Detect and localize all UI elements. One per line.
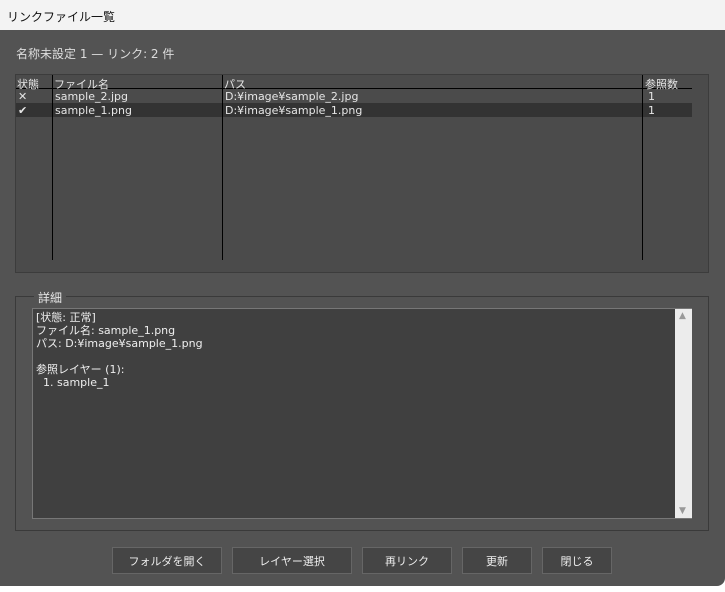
ref-count: 1 <box>648 104 655 117</box>
ref-count: 1 <box>648 90 655 103</box>
table-header: 状態 ファイル名 パス 参照数 <box>16 75 692 91</box>
window-title: リンクファイル一覧 <box>0 0 725 30</box>
column-divider[interactable] <box>642 75 643 260</box>
relink-button[interactable]: 再リンク <box>362 547 452 574</box>
scroll-down-icon[interactable]: ▼ <box>679 506 686 516</box>
select-layer-button[interactable]: レイヤー選択 <box>232 547 352 574</box>
file-path: D:¥image¥sample_2.jpg <box>225 90 359 103</box>
file-path: D:¥image¥sample_1.png <box>225 104 363 117</box>
details-textarea[interactable]: [状態: 正常] ファイル名: sample_1.png パス: D:¥imag… <box>32 308 692 519</box>
details-scrollbar[interactable]: ▲ ▼ <box>675 309 692 518</box>
table-row[interactable]: ✔ sample_1.png D:¥image¥sample_1.png 1 <box>16 103 692 117</box>
column-divider[interactable] <box>52 75 53 260</box>
check-icon: ✔ <box>18 104 28 117</box>
error-icon: ✕ <box>18 90 28 103</box>
details-label: 詳細 <box>34 289 67 306</box>
dialog-body: 名称未設定 1 — リンク: 2 件 状態 ファイル名 パス 参照数 ✕ sam… <box>0 30 725 586</box>
column-divider[interactable] <box>222 75 223 260</box>
link-table: 状態 ファイル名 パス 参照数 ✕ sample_2.jpg D:¥image¥… <box>15 74 709 273</box>
open-folder-button[interactable]: フォルダを開く <box>112 547 222 574</box>
details-group: 詳細 [状態: 正常] ファイル名: sample_1.png パス: D:¥i… <box>15 289 709 531</box>
file-name: sample_2.jpg <box>55 90 129 103</box>
summary-text: 名称未設定 1 — リンク: 2 件 <box>16 47 175 61</box>
close-button[interactable]: 閉じる <box>542 547 612 574</box>
update-button[interactable]: 更新 <box>462 547 532 574</box>
scroll-up-icon[interactable]: ▲ <box>679 311 686 321</box>
table-row[interactable]: ✕ sample_2.jpg D:¥image¥sample_2.jpg 1 <box>16 89 692 103</box>
file-name: sample_1.png <box>55 104 132 117</box>
